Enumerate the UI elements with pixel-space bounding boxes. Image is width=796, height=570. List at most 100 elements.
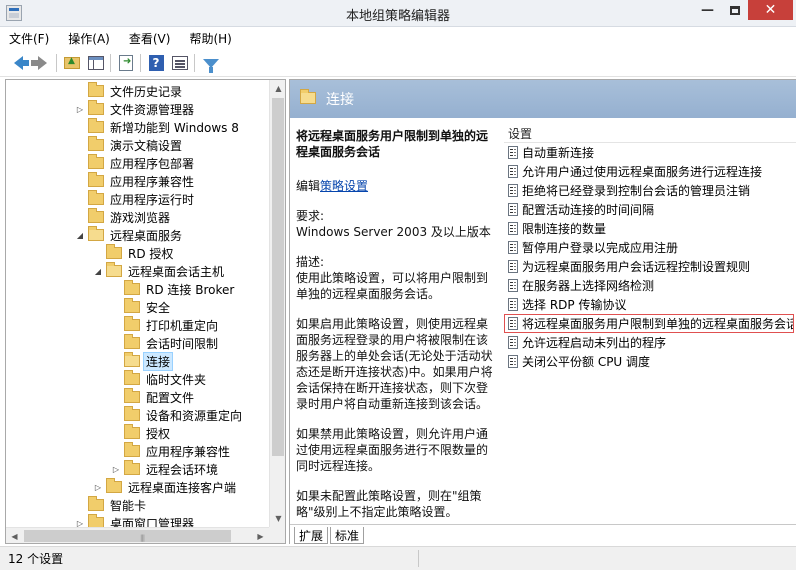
- menu-help[interactable]: 帮助(H): [189, 30, 231, 47]
- setting-row[interactable]: 关闭公平份额 CPU 调度: [504, 352, 794, 371]
- tree-item[interactable]: 应用程序兼容性: [124, 442, 230, 460]
- tree-item[interactable]: RD 连接 Broker: [124, 280, 234, 298]
- folder-icon: [124, 280, 140, 295]
- setting-name: 在服务器上选择网络检测: [522, 279, 655, 293]
- tree-item-label: 远程桌面连接客户端: [128, 480, 237, 495]
- description-label: 描述:: [296, 255, 325, 269]
- tree-item-label: 连接: [142, 351, 174, 371]
- scroll-thumb-horizontal[interactable]: |||: [24, 530, 231, 542]
- tree-item[interactable]: RD 授权: [106, 244, 173, 262]
- export-list-button[interactable]: [116, 53, 136, 73]
- setting-row[interactable]: 将远程桌面服务用户限制到单独的远程桌面服务会话: [504, 314, 794, 333]
- view-tabs: 扩展 标准: [290, 524, 796, 544]
- tree-item-label: 临时文件夹: [146, 372, 207, 387]
- tree-item[interactable]: 应用程序包部署: [88, 154, 194, 172]
- tree-item[interactable]: 授权: [124, 424, 170, 442]
- minimize-button[interactable]: —: [694, 0, 721, 20]
- setting-name: 拒绝将已经登录到控制台会话的管理员注销: [522, 184, 751, 198]
- menu-file[interactable]: 文件(F): [9, 30, 49, 47]
- setting-row[interactable]: 选择 RDP 传输协议: [504, 295, 794, 314]
- menu-view[interactable]: 查看(V): [129, 30, 171, 47]
- folder-icon: [124, 388, 140, 403]
- tree-item[interactable]: 游戏浏览器: [88, 208, 170, 226]
- edit-policy-link[interactable]: 策略设置: [320, 179, 368, 193]
- setting-row[interactable]: 自动重新连接: [504, 143, 794, 162]
- setting-name: 允许远程启动未列出的程序: [522, 336, 667, 350]
- setting-row[interactable]: 拒绝将已经登录到控制台会话的管理员注销: [504, 181, 794, 200]
- folder-icon: [124, 298, 140, 313]
- tree-item[interactable]: ◢ 远程桌面会话主机: [95, 262, 224, 280]
- collapse-arrow-icon[interactable]: ◢: [76, 230, 84, 240]
- scroll-left-icon[interactable]: ◀: [6, 528, 23, 543]
- tree-item[interactable]: ▷ 文件资源管理器: [77, 100, 195, 118]
- tree-horizontal-scrollbar[interactable]: ◀ ||| ▶: [6, 527, 269, 543]
- filter-button[interactable]: [201, 53, 221, 73]
- folder-icon: [88, 172, 104, 187]
- scroll-down-icon[interactable]: ▼: [270, 510, 285, 527]
- toolbar-separator: [194, 54, 195, 72]
- show-hide-tree-icon: [88, 56, 104, 70]
- toolbar-separator: [140, 54, 141, 72]
- setting-row[interactable]: 配置活动连接的时间间隔: [504, 200, 794, 219]
- tree-item[interactable]: 会话时间限制: [124, 334, 218, 352]
- expand-arrow-icon[interactable]: ▷: [112, 464, 120, 474]
- collapse-arrow-icon[interactable]: ◢: [94, 266, 102, 276]
- expand-arrow-icon[interactable]: ▷: [76, 518, 84, 528]
- policy-setting-icon: [508, 146, 518, 159]
- maximize-button[interactable]: [721, 0, 748, 20]
- folder-icon: [88, 118, 104, 133]
- tree-item[interactable]: ▷ 远程桌面连接客户端: [95, 478, 237, 496]
- tree-item[interactable]: 临时文件夹: [124, 370, 206, 388]
- setting-row[interactable]: 在服务器上选择网络检测: [504, 276, 794, 295]
- details-header-title: 连接: [326, 92, 354, 108]
- up-one-level-button[interactable]: [62, 53, 82, 73]
- forward-button[interactable]: [30, 53, 52, 73]
- setting-row[interactable]: 允许用户通过使用远程桌面服务进行远程连接: [504, 162, 794, 181]
- tree-vertical-scrollbar[interactable]: ▲ ▼: [269, 80, 285, 527]
- properties-button[interactable]: [170, 53, 190, 73]
- folder-icon: [88, 190, 104, 205]
- menu-action[interactable]: 操作(A): [68, 30, 110, 47]
- close-button[interactable]: ✕: [748, 0, 793, 20]
- setting-name: 暂停用户登录以完成应用注册: [522, 241, 679, 255]
- tree-item[interactable]: ▷ 远程会话环境: [113, 460, 218, 478]
- scroll-right-icon[interactable]: ▶: [252, 528, 269, 543]
- tree-item[interactable]: ▷ 桌面窗口管理器: [77, 514, 194, 527]
- edit-policy-line: 编辑策略设置: [296, 178, 494, 194]
- tree-item[interactable]: 应用程序兼容性: [88, 172, 194, 190]
- help-icon: ?: [148, 55, 164, 71]
- setting-row[interactable]: 限制连接的数量: [504, 219, 794, 238]
- tree-item[interactable]: 智能卡: [88, 496, 146, 514]
- scroll-up-icon[interactable]: ▲: [270, 80, 285, 97]
- tree-item[interactable]: 打印机重定向: [124, 316, 218, 334]
- folder-icon: [124, 460, 140, 475]
- folder-icon: [88, 496, 104, 511]
- help-button[interactable]: ?: [146, 53, 166, 73]
- tree-item[interactable]: ◢ 远程桌面服务: [77, 226, 183, 244]
- show-hide-tree-button[interactable]: [86, 53, 106, 73]
- setting-row[interactable]: 为远程桌面服务用户会话远程控制设置规则: [504, 257, 794, 276]
- tab-extended[interactable]: 扩展: [294, 527, 329, 544]
- tree-item-label: 文件资源管理器: [110, 102, 195, 117]
- forward-arrow-icon: [30, 56, 47, 70]
- expand-arrow-icon[interactable]: ▷: [94, 482, 102, 492]
- expand-arrow-icon[interactable]: ▷: [76, 104, 84, 114]
- tree-item[interactable]: 新增功能到 Windows 8: [88, 118, 239, 136]
- tree-item[interactable]: 配置文件: [124, 388, 194, 406]
- setting-name: 允许用户通过使用远程桌面服务进行远程连接: [522, 165, 763, 179]
- scroll-thumb[interactable]: [272, 98, 284, 456]
- tree-item[interactable]: 应用程序运行时: [88, 190, 194, 208]
- tree-item[interactable]: 演示文稿设置: [88, 136, 182, 154]
- back-button[interactable]: [8, 53, 29, 73]
- setting-row[interactable]: 暂停用户登录以完成应用注册: [504, 238, 794, 257]
- tree-item[interactable]: 文件历史记录: [88, 82, 182, 100]
- tree-item[interactable]: 安全: [124, 298, 170, 316]
- policy-setting-icon: [508, 184, 518, 197]
- tab-standard[interactable]: 标准: [330, 527, 365, 544]
- setting-name: 自动重新连接: [522, 146, 595, 160]
- setting-row[interactable]: 允许远程启动未列出的程序: [504, 333, 794, 352]
- tree-item-label: 远程桌面服务: [110, 228, 183, 243]
- tree-item[interactable]: 设备和资源重定向: [124, 406, 242, 424]
- settings-column-header[interactable]: 设置: [508, 125, 532, 142]
- tree-item[interactable]: 连接: [124, 351, 174, 371]
